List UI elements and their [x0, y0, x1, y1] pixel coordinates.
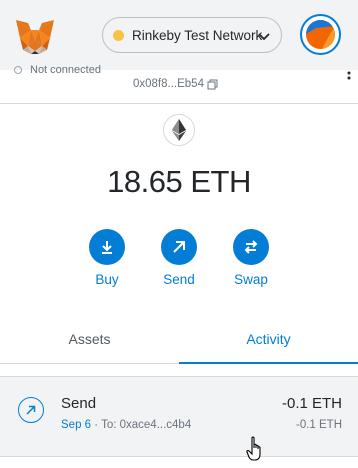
account-address-text: 0x08f8...Eb54 — [133, 78, 204, 90]
tab-assets[interactable]: Assets — [0, 316, 179, 364]
transaction-recipient: · To: 0xace4...c4b4 — [91, 419, 192, 431]
account-menu-button[interactable] — [300, 14, 341, 55]
buy-label: Buy — [95, 272, 119, 287]
network-status-dot — [113, 29, 124, 41]
transaction-title: Send — [61, 395, 97, 412]
eth-logo-icon — [163, 114, 195, 146]
transaction-subtitle: Sep 6 · To: 0xace4...c4b4 — [61, 419, 191, 431]
network-selector[interactable]: Rinkeby Test Network — [102, 17, 282, 53]
swap-button[interactable]: Swap — [221, 229, 281, 287]
send-label: Send — [163, 272, 195, 287]
buy-button[interactable]: Buy — [77, 229, 137, 287]
transaction-amount: -0.1 ETH — [281, 395, 342, 412]
arrow-up-right-icon — [161, 229, 197, 265]
chevron-down-icon — [257, 29, 271, 41]
copy-icon — [207, 79, 218, 90]
swap-arrows-icon — [233, 229, 269, 265]
account-options-icon[interactable] — [347, 70, 351, 82]
arrow-up-right-icon — [18, 397, 44, 423]
transaction-amount-secondary: -0.1 ETH — [295, 419, 342, 431]
connection-status[interactable]: Not connected — [14, 64, 101, 76]
tab-activity[interactable]: Activity — [179, 316, 358, 364]
balance-amount: 18.65 ETH — [107, 164, 251, 199]
hand-cursor-icon — [246, 436, 264, 462]
list-item[interactable]: Send Sep 6 · To: 0xace4...c4b4 -0.1 ETH … — [0, 376, 358, 456]
swap-label: Swap — [234, 272, 268, 287]
account-row: Not connected 0x08f8...Eb54 — [0, 64, 358, 104]
transaction-date: Sep 6 — [61, 419, 92, 431]
account-avatar-icon — [306, 20, 335, 49]
send-button[interactable]: Send — [149, 229, 209, 287]
connection-status-label: Not connected — [30, 64, 101, 76]
download-icon — [89, 229, 125, 265]
network-label: Rinkeby Test Network — [132, 27, 263, 43]
tab-bar: Assets Activity — [0, 316, 358, 364]
top-bar: Rinkeby Test Network — [0, 0, 358, 70]
account-address[interactable]: 0x08f8...Eb54 — [133, 78, 218, 90]
connection-dot-icon — [14, 66, 22, 74]
metamask-fox-logo[interactable] — [14, 18, 56, 56]
divider — [0, 456, 358, 457]
